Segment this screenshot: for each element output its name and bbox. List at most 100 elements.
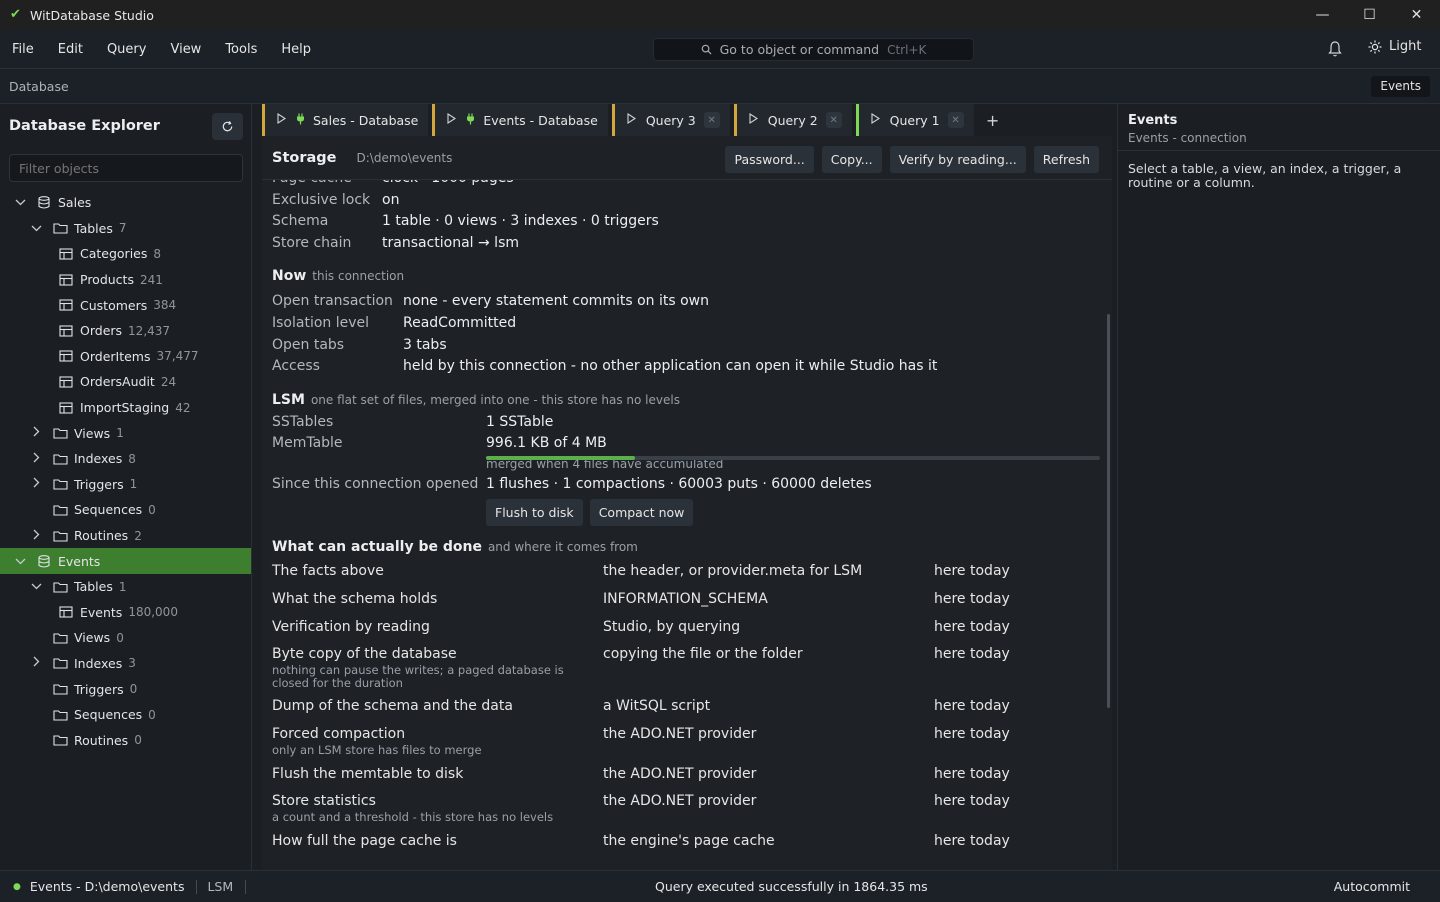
now-value: ReadCommitted (403, 314, 517, 331)
tree-item[interactable]: Tables 7 (0, 216, 251, 242)
command-search[interactable]: Go to object or command Ctrl+K (653, 38, 974, 61)
new-tab-button[interactable]: + (978, 104, 1008, 136)
theme-toggle-button[interactable]: Light (1368, 39, 1421, 54)
close-icon[interactable]: ✕ (1393, 0, 1440, 30)
tree-item-label: Routines (74, 732, 129, 748)
play-icon[interactable] (871, 112, 880, 127)
chevron-right-icon[interactable] (30, 477, 42, 491)
tree-item-label: OrderItems (80, 348, 151, 364)
content-scrollbar[interactable] (1107, 314, 1110, 708)
tree-item-label: Triggers (74, 681, 124, 697)
now-value: none - every statement commits on its ow… (403, 293, 709, 310)
tab-label: Query 2 (767, 112, 818, 128)
menu-file[interactable]: File (0, 42, 46, 57)
menu-query[interactable]: Query (95, 42, 159, 57)
tree-item[interactable]: OrdersAudit 24 (0, 369, 251, 395)
play-icon[interactable] (277, 112, 287, 127)
table-row: Forced compaction the ADO.NET provider her… (272, 726, 1107, 766)
capability-availability: here today (934, 833, 1010, 850)
chevron-right-icon[interactable] (30, 452, 42, 466)
bell-icon[interactable] (1327, 40, 1343, 58)
tree-item[interactable]: Routines 0 (0, 727, 251, 753)
close-tab-icon[interactable]: ✕ (703, 112, 720, 128)
tree-item-count: 0 (148, 707, 156, 722)
tree-item[interactable]: ImportStaging 42 (0, 395, 251, 421)
verify-button[interactable]: Verify by reading... (889, 146, 1026, 173)
chevron-right-icon[interactable] (30, 529, 42, 543)
capability-source: the ADO.NET provider (603, 765, 757, 782)
tree-item[interactable]: Triggers 0 (0, 676, 251, 702)
info-key: Exclusive lock (272, 191, 371, 208)
tree-item[interactable]: Categories 8 (0, 241, 251, 267)
tree-item[interactable]: Sequences 0 (0, 702, 251, 728)
document-tab[interactable]: Query 1 ✕ (855, 104, 974, 136)
folder-icon (52, 708, 68, 721)
right-panel-tab[interactable]: Events (1371, 76, 1430, 97)
document-tab[interactable]: Events - Database (432, 104, 608, 136)
chevron-down-icon[interactable] (14, 196, 26, 209)
filter-objects-input[interactable] (9, 154, 243, 182)
tree-item-label: Sales (58, 195, 92, 211)
document-tab[interactable]: Query 2 ✕ (733, 104, 852, 136)
chevron-down-icon[interactable] (30, 580, 42, 593)
tree-item[interactable]: Events 180,000 (0, 600, 251, 626)
database-icon (36, 196, 52, 209)
tree-item-count: 0 (148, 502, 156, 517)
tree-item[interactable]: Views 0 (0, 625, 251, 651)
now-key: Isolation level (272, 314, 370, 331)
refresh-button[interactable]: Refresh (1033, 146, 1099, 173)
capability-name: How full the page cache is (272, 833, 457, 850)
tree-item-label: Events (80, 604, 123, 620)
chevron-down-icon[interactable] (30, 222, 42, 235)
maximize-icon[interactable]: ☐ (1346, 0, 1393, 30)
lsm-subtitle: one flat set of files, merged into one -… (310, 392, 680, 407)
chevron-right-icon[interactable] (30, 656, 42, 670)
chevron-down-icon[interactable] (14, 555, 26, 568)
table-row: The facts above the header, or provider.m… (272, 563, 1107, 591)
capability-note: nothing can pause the writes; a paged da… (272, 663, 564, 691)
storage-view: Storage D:\demo\events Password... Copy.… (262, 136, 1112, 870)
play-icon[interactable] (447, 112, 457, 127)
tree-item[interactable]: Routines 2 (0, 523, 251, 549)
menu-view[interactable]: View (158, 42, 213, 57)
tree-item[interactable]: Sales (0, 190, 251, 216)
tree-item[interactable]: Orders 12,437 (0, 318, 251, 344)
flush-to-disk-button[interactable]: Flush to disk (486, 499, 583, 527)
table-icon (58, 375, 74, 388)
tree-item[interactable]: OrderItems 37,477 (0, 344, 251, 370)
minimize-icon[interactable]: — (1299, 0, 1346, 30)
play-icon[interactable] (749, 112, 758, 127)
tree-item[interactable]: Views 1 (0, 420, 251, 446)
copy-button[interactable]: Copy... (821, 146, 882, 173)
menu-tools[interactable]: Tools (213, 42, 269, 57)
tree-item-count: 0 (116, 630, 124, 645)
tree-item[interactable]: Events (0, 548, 251, 574)
tree-item[interactable]: Indexes 3 (0, 651, 251, 677)
refresh-explorer-button[interactable] (212, 113, 243, 140)
lsm-title: LSM (272, 391, 305, 408)
menu-help[interactable]: Help (269, 42, 323, 57)
document-tab[interactable]: Sales - Database (262, 104, 429, 136)
tree-item-count: 7 (118, 221, 127, 236)
capability-source: INFORMATION_SCHEMA (603, 590, 768, 607)
close-tab-icon[interactable]: ✕ (947, 112, 964, 128)
tree-item[interactable]: Products 241 (0, 267, 251, 293)
document-tab[interactable]: Query 3 ✕ (611, 104, 730, 136)
play-icon[interactable] (627, 112, 636, 127)
close-tab-icon[interactable]: ✕ (825, 112, 842, 128)
folder-icon (52, 657, 68, 670)
password-button[interactable]: Password... (725, 146, 814, 173)
tree-item[interactable]: Triggers 1 (0, 472, 251, 498)
tree-item[interactable]: Sequences 0 (0, 497, 251, 523)
chevron-right-icon[interactable] (30, 426, 42, 440)
tree-item-label: Sequences (74, 707, 143, 723)
compact-now-button[interactable]: Compact now (589, 499, 694, 527)
tree-item[interactable]: Tables 1 (0, 574, 251, 600)
menu-edit[interactable]: Edit (46, 42, 95, 57)
tree-item[interactable]: Indexes 8 (0, 446, 251, 472)
tree-item[interactable]: Customers 384 (0, 292, 251, 318)
since-value: 1 flushes · 1 compactions · 60003 puts ·… (486, 476, 872, 493)
tree-item-count: 37,477 (156, 349, 199, 364)
status-mode[interactable]: Autocommit (1334, 879, 1410, 894)
capability-name: The facts above (272, 563, 384, 580)
